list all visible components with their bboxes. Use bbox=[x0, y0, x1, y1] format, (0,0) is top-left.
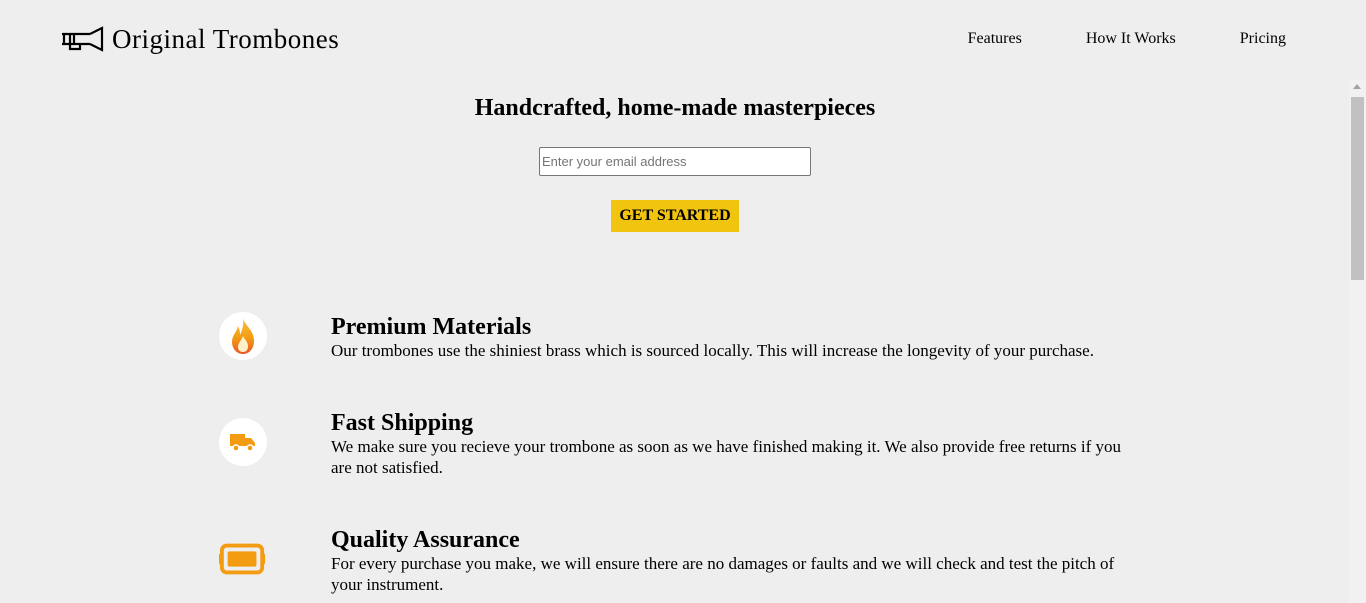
scroll-thumb[interactable] bbox=[1351, 97, 1364, 280]
hero-title: Handcrafted, home-made masterpieces bbox=[474, 95, 876, 121]
battery-icon bbox=[219, 535, 267, 583]
nav-link-how-it-works[interactable]: How It Works bbox=[1086, 30, 1176, 48]
main-nav: Features How It Works Pricing bbox=[904, 30, 1286, 48]
page-header: Original Trombones Features How It Works… bbox=[0, 0, 1366, 80]
feature-title: Quality Assurance bbox=[331, 527, 520, 553]
trombone-logo-icon bbox=[60, 25, 104, 53]
feature-description: Our trombones use the shiniest brass whi… bbox=[331, 341, 1094, 360]
feature-description: For every purchase you make, we will ens… bbox=[331, 554, 1115, 594]
vertical-scrollbar[interactable] bbox=[1349, 80, 1366, 603]
feature-text: Premium Materials Our trombones use the … bbox=[331, 314, 1131, 361]
feature-text: Quality Assurance For every purchase you… bbox=[331, 527, 1131, 595]
email-input[interactable] bbox=[539, 147, 811, 176]
get-started-button[interactable]: GET STARTED bbox=[611, 200, 739, 232]
feature-title: Fast Shipping bbox=[331, 410, 474, 436]
nav-link-features[interactable]: Features bbox=[968, 30, 1022, 48]
feature-text: Fast Shipping We make sure you recieve y… bbox=[331, 410, 1131, 478]
truck-icon bbox=[219, 418, 267, 466]
feature-title: Premium Materials bbox=[331, 314, 532, 340]
feature-description: We make sure you recieve your trombone a… bbox=[331, 437, 1122, 477]
brand-name: Original Trombones bbox=[112, 23, 340, 54]
nav-link-pricing[interactable]: Pricing bbox=[1240, 30, 1286, 48]
scroll-up-arrow-icon[interactable] bbox=[1353, 84, 1361, 89]
brand-logo[interactable]: Original Trombones bbox=[60, 22, 339, 56]
flame-icon bbox=[219, 312, 267, 360]
